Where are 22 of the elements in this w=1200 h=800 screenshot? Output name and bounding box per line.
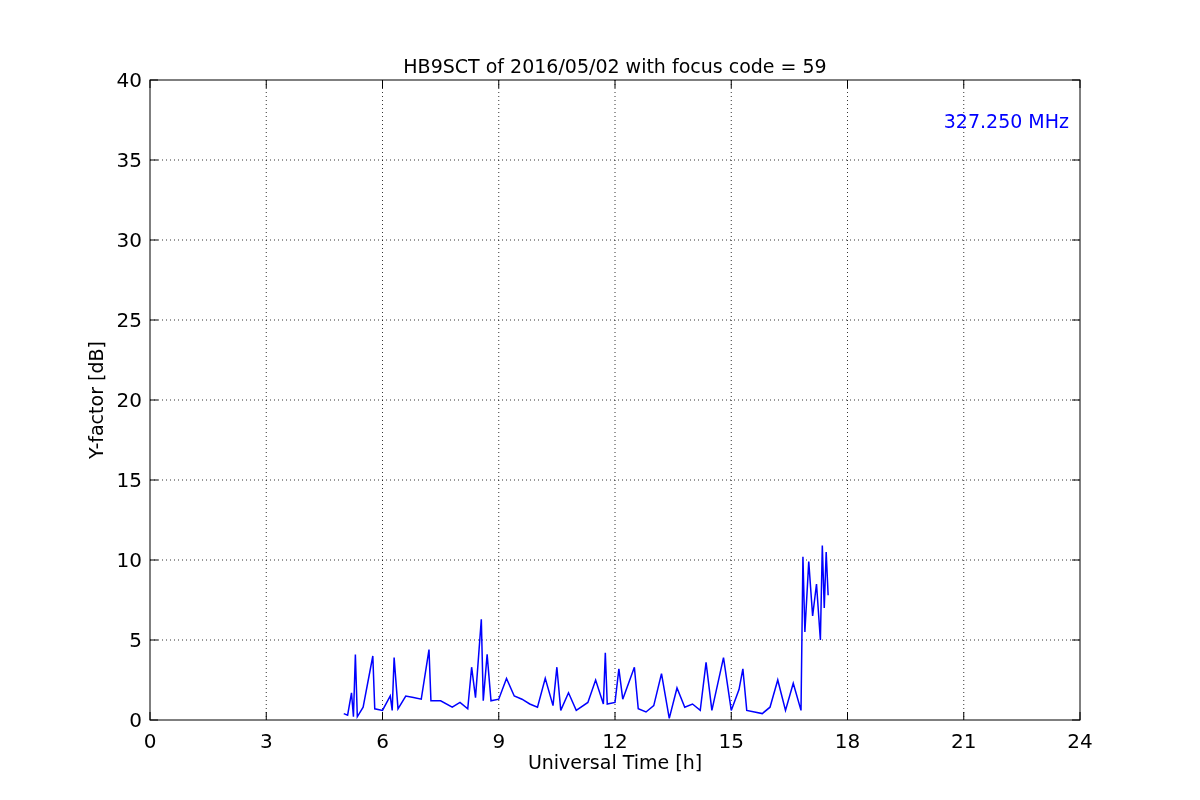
x-tick-label: 3 xyxy=(259,729,273,753)
x-tick-label: 12 xyxy=(602,729,628,753)
x-tick-label: 0 xyxy=(143,729,157,753)
y-tick-label: 40 xyxy=(116,68,142,92)
y-tick-label: 5 xyxy=(129,628,142,652)
x-tick-label: 21 xyxy=(951,729,977,753)
y-tick-label: 35 xyxy=(116,148,142,172)
chart-title: HB9SCT of 2016/05/02 with focus code = 59 xyxy=(403,55,827,77)
x-axis-label: Universal Time [h] xyxy=(527,751,703,773)
x-tick-label: 15 xyxy=(718,729,744,753)
y-tick-label: 15 xyxy=(116,468,142,492)
x-tick-label: 6 xyxy=(376,729,389,753)
y-tick-label: 25 xyxy=(116,308,142,332)
y-tick-label: 0 xyxy=(129,708,142,732)
y-tick-label: 20 xyxy=(116,388,142,412)
x-tick-label: 18 xyxy=(834,729,861,753)
y-axis-label: Y-factor [dB] xyxy=(85,341,107,459)
y-tick-label: 30 xyxy=(116,228,142,252)
y-tick-label: 10 xyxy=(116,548,142,572)
series-label: 327.250 MHz xyxy=(943,110,1069,132)
x-tick-label: 24 xyxy=(1067,729,1093,753)
x-tick-label: 9 xyxy=(492,729,506,753)
